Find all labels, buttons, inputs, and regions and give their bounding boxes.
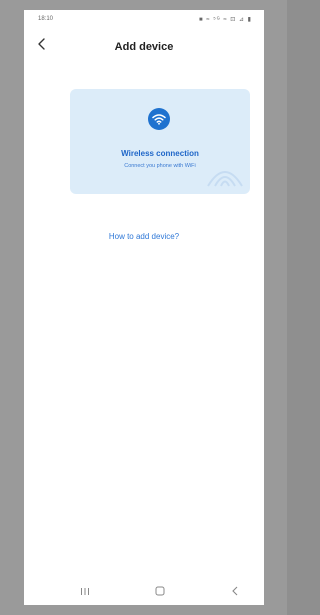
status-icons: ■ ≈ ⁵ᴳ ≈ ⊡ ⊿ ▮ (198, 17, 252, 23)
status-bar: 18:10 ■ ≈ ⁵ᴳ ≈ ⊡ ⊿ ▮ (24, 10, 264, 28)
recents-icon (81, 587, 89, 595)
how-to-add-device-link[interactable]: How to add device? (24, 232, 264, 241)
system-nav-bar (24, 575, 264, 605)
wifi-icon (148, 108, 170, 130)
home-button[interactable] (149, 583, 171, 599)
status-time: 18:10 (38, 16, 54, 22)
card-title: Wireless connection (121, 149, 199, 158)
device-frame: 18:10 ■ ≈ ⁵ᴳ ≈ ⊡ ⊿ ▮ Add device Wireless (0, 0, 287, 615)
recents-button[interactable] (74, 583, 96, 599)
header: Add device (24, 32, 264, 60)
page-title: Add device (114, 41, 174, 53)
nav-back-button[interactable] (224, 583, 246, 599)
back-icon (232, 586, 238, 596)
wireless-connection-card[interactable]: Wireless connection Connect you phone wi… (70, 89, 250, 194)
wifi-watermark-icon (207, 171, 243, 187)
phone-screen: 18:10 ■ ≈ ⁵ᴳ ≈ ⊡ ⊿ ▮ Add device Wireless (24, 10, 264, 605)
home-icon (155, 586, 165, 596)
